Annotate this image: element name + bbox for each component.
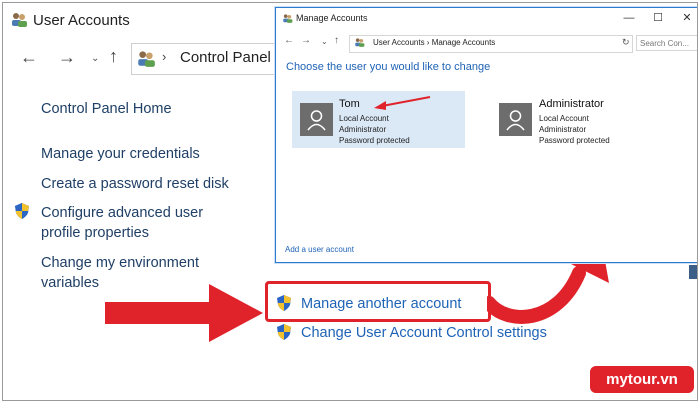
manage-credentials-link[interactable]: Manage your credentials bbox=[41, 144, 200, 164]
change-uac-settings-link[interactable]: Change User Account Control settings bbox=[301, 325, 547, 341]
dialog-search-input[interactable]: Search Con... bbox=[636, 35, 697, 51]
close-icon[interactable]: ✕ bbox=[674, 10, 697, 26]
uac-shield-icon bbox=[276, 294, 292, 312]
user-accounts-icon bbox=[10, 11, 28, 27]
breadcrumb-chevron-icon: › bbox=[162, 49, 167, 64]
uac-shield-icon bbox=[14, 202, 30, 220]
up-arrow-icon[interactable]: ↑ bbox=[109, 46, 118, 67]
mytour-logo: mytour.vn bbox=[590, 366, 694, 393]
back-arrow-icon[interactable]: ← bbox=[20, 47, 38, 68]
control-panel-home-link[interactable]: Control Panel Home bbox=[41, 99, 172, 119]
small-red-arrow-icon bbox=[372, 94, 432, 110]
dialog-back-icon[interactable]: ← bbox=[284, 35, 294, 46]
account-tile-administrator[interactable]: Administrator Local Account Administrato… bbox=[494, 91, 667, 148]
account-password-status: Password protected bbox=[339, 136, 410, 145]
user-avatar-icon bbox=[499, 103, 532, 136]
user-accounts-window: User Accounts ← → ⌄ ↑ › Control Panel Co… bbox=[2, 2, 698, 401]
account-name: Administrator bbox=[539, 98, 604, 110]
minimize-icon[interactable]: — bbox=[616, 10, 642, 26]
add-user-account-link[interactable]: Add a user account bbox=[285, 245, 354, 254]
account-role: Administrator bbox=[539, 125, 587, 134]
recent-dropdown-icon[interactable]: ⌄ bbox=[91, 53, 99, 64]
dialog-up-icon[interactable]: ↑ bbox=[334, 35, 339, 46]
refresh-icon[interactable]: ↻ bbox=[622, 37, 630, 48]
uac-shield-icon bbox=[276, 323, 292, 341]
account-type: Local Account bbox=[339, 114, 389, 123]
dialog-breadcrumb[interactable]: User Accounts › Manage Accounts bbox=[373, 38, 495, 47]
manage-accounts-dialog: Manage Accounts — ☐ ✕ ← → ⌄ ↑ User Accou… bbox=[275, 7, 697, 263]
dialog-app-icon bbox=[282, 13, 293, 23]
account-role: Administrator bbox=[339, 125, 387, 134]
dialog-title: Manage Accounts bbox=[296, 13, 368, 23]
advanced-profile-link-line1[interactable]: Configure advanced user bbox=[41, 203, 203, 223]
account-name: Tom bbox=[339, 98, 360, 110]
address-breadcrumb[interactable]: Control Panel bbox=[180, 49, 271, 66]
maximize-icon[interactable]: ☐ bbox=[645, 10, 671, 26]
control-panel-icon bbox=[136, 49, 156, 67]
dialog-forward-icon[interactable]: → bbox=[301, 35, 311, 46]
user-avatar-icon bbox=[300, 103, 333, 136]
dialog-heading: Choose the user you would like to change bbox=[286, 61, 491, 73]
edge-tab bbox=[689, 265, 697, 279]
red-pointer-arrow-icon bbox=[105, 284, 263, 342]
dialog-recent-icon[interactable]: ⌄ bbox=[321, 37, 328, 46]
dialog-breadcrumb-icon bbox=[354, 37, 365, 47]
manage-another-account-link[interactable]: Manage another account bbox=[301, 296, 461, 312]
account-type: Local Account bbox=[539, 114, 589, 123]
forward-arrow-icon[interactable]: → bbox=[58, 47, 76, 68]
advanced-profile-link-line2[interactable]: profile properties bbox=[41, 223, 149, 243]
password-reset-disk-link[interactable]: Create a password reset disk bbox=[41, 174, 229, 194]
account-password-status: Password protected bbox=[539, 136, 610, 145]
window-title: User Accounts bbox=[33, 12, 130, 29]
environment-variables-link-line2[interactable]: variables bbox=[41, 273, 99, 293]
environment-variables-link-line1[interactable]: Change my environment bbox=[41, 253, 199, 273]
